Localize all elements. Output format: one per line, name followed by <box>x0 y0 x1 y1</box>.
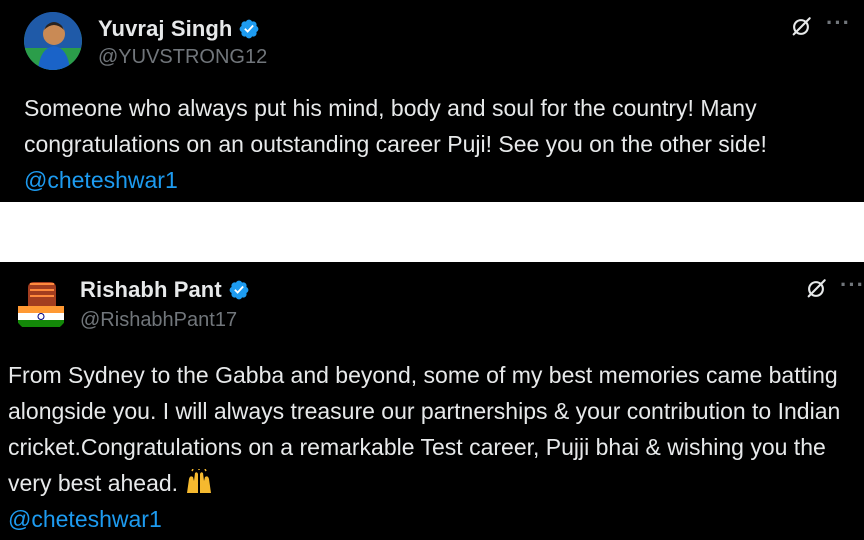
tweet-text: Someone who always put his mind, body an… <box>24 90 860 198</box>
avatar[interactable] <box>12 276 70 334</box>
more-icon[interactable]: ··· <box>840 272 864 298</box>
raising-hands-emoji <box>187 469 212 493</box>
display-name[interactable]: Yuvraj Singh <box>98 16 232 42</box>
handle[interactable]: @RishabhPant17 <box>80 309 237 332</box>
mention-link[interactable]: @cheteshwar1 <box>24 167 178 193</box>
mention-link[interactable]: @cheteshwar1 <box>8 506 162 532</box>
avatar[interactable] <box>24 12 82 70</box>
tweet-body: Someone who always put his mind, body an… <box>24 95 767 157</box>
tweet-text: From Sydney to the Gabba and beyond, som… <box>8 357 858 537</box>
grok-icon[interactable] <box>790 16 812 38</box>
grok-icon[interactable] <box>805 278 827 300</box>
verified-badge-icon <box>229 280 249 300</box>
handle[interactable]: @YUVSTRONG12 <box>98 46 267 69</box>
tweet-card[interactable]: Rishabh Pant @RishabhPant17 ··· From Syd… <box>0 262 864 540</box>
more-icon[interactable]: ··· <box>826 10 851 36</box>
verified-badge-icon <box>240 19 259 39</box>
tweet-card[interactable]: Yuvraj Singh @YUVSTRONG12 ··· Someone wh… <box>0 0 864 202</box>
tweet-body: From Sydney to the Gabba and beyond, som… <box>8 362 841 496</box>
display-name[interactable]: Rishabh Pant <box>80 277 222 303</box>
